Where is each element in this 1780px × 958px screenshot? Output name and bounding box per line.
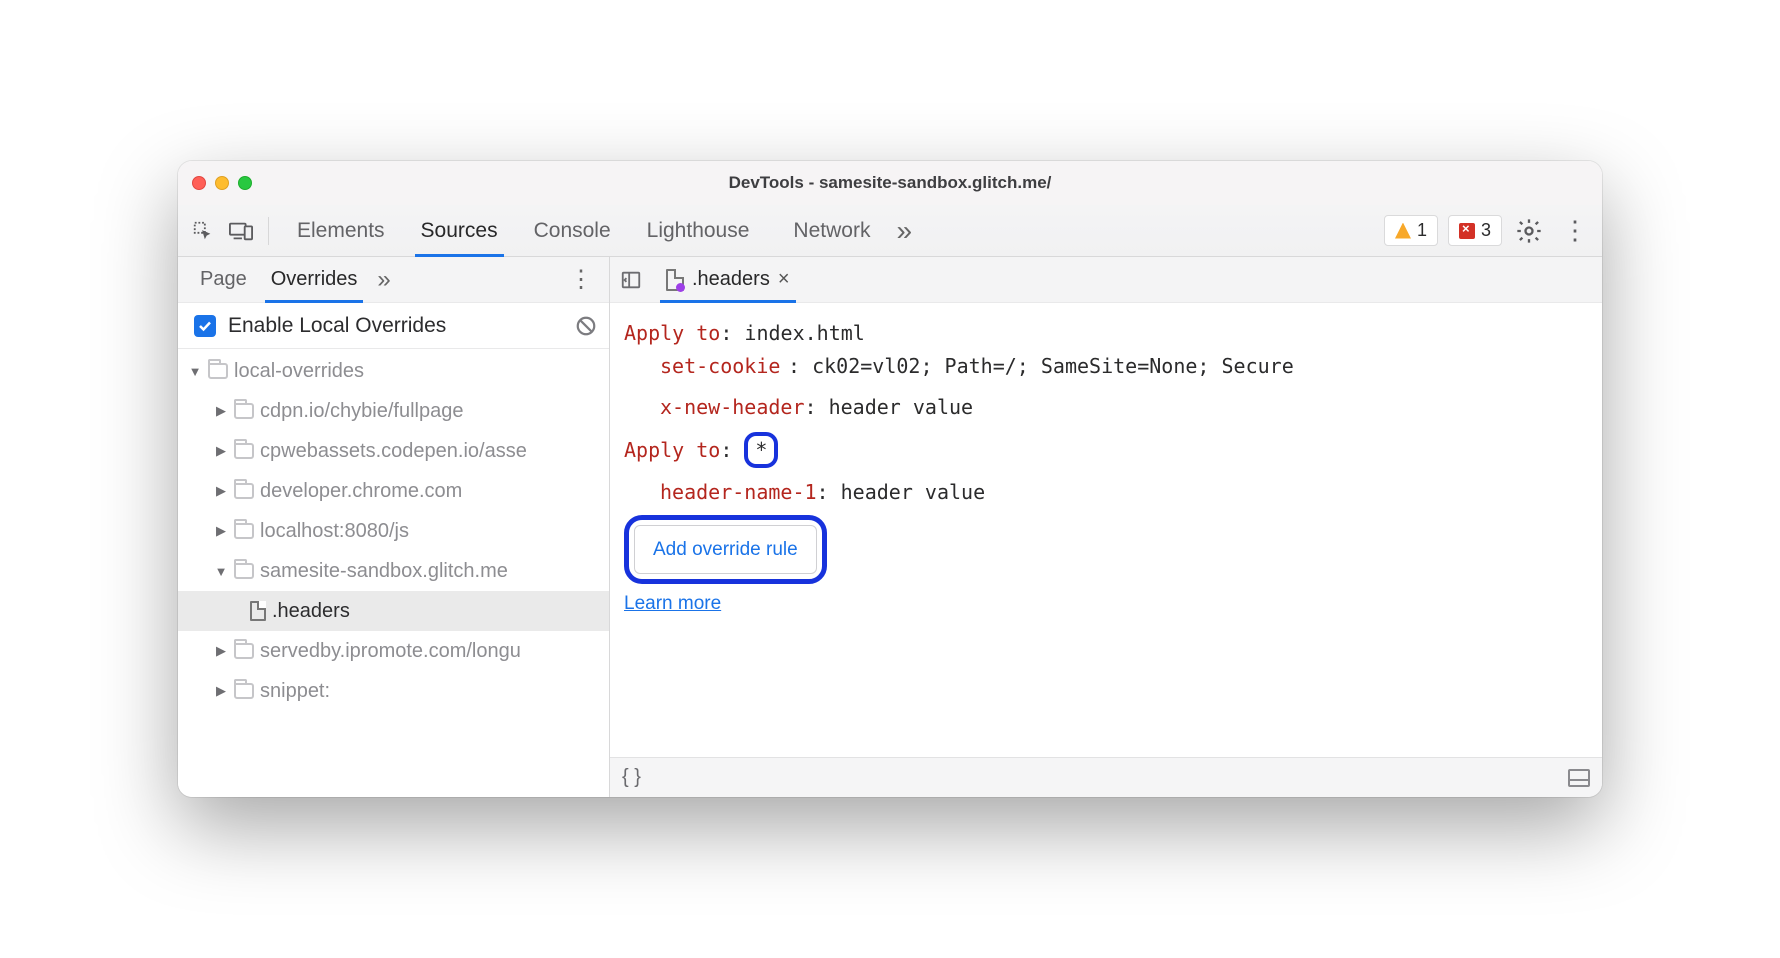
sidebar-tabs: Page Overrides » ⋮ <box>178 257 609 303</box>
tree-item-label: cdpn.io/chybie/fullpage <box>260 400 463 423</box>
sidebar-options-button[interactable]: ⋮ <box>563 265 599 294</box>
window-title: DevTools - samesite-sandbox.glitch.me/ <box>178 173 1602 193</box>
close-tab-button[interactable]: × <box>778 268 790 291</box>
tab-network[interactable]: Network <box>767 205 888 256</box>
header-name[interactable]: x-new-header <box>660 395 805 419</box>
warning-icon <box>1395 223 1411 239</box>
add-override-rule-button[interactable]: Add override rule <box>634 525 817 574</box>
tree-item-label: .headers <box>272 600 350 623</box>
chevron-right-icon: ▶ <box>214 483 228 499</box>
tree-item-label: developer.chrome.com <box>260 480 462 503</box>
titlebar: DevTools - samesite-sandbox.glitch.me/ <box>178 161 1602 205</box>
chevron-right-icon: ▶ <box>214 643 228 659</box>
settings-button[interactable] <box>1512 214 1546 248</box>
tab-lighthouse[interactable]: Lighthouse <box>629 205 768 256</box>
apply-to-value[interactable]: index.html <box>744 321 864 345</box>
chevron-right-icon: ▶ <box>214 443 228 459</box>
tree-folder[interactable]: ▼ samesite-sandbox.glitch.me <box>178 551 609 591</box>
errors-count-value: 3 <box>1481 220 1491 241</box>
header-name[interactable]: set-cookie <box>660 350 788 383</box>
folder-icon <box>208 363 228 379</box>
apply-to-value[interactable]: * <box>755 438 767 462</box>
devtools-window: DevTools - samesite-sandbox.glitch.me/ E… <box>178 161 1602 797</box>
tab-console[interactable]: Console <box>516 205 629 256</box>
folder-icon <box>234 563 254 579</box>
chevron-right-icon: ▶ <box>214 683 228 699</box>
sidebar-tab-overrides[interactable]: Overrides <box>259 257 370 302</box>
editor-area: .headers × Apply to: index.html set-cook… <box>610 257 1602 797</box>
tree-folder[interactable]: ▶ cdpn.io/chybie/fullpage <box>178 391 609 431</box>
chevron-down-icon: ▼ <box>188 364 202 379</box>
errors-count[interactable]: 3 <box>1448 215 1502 246</box>
separator <box>268 217 269 245</box>
learn-more-link[interactable]: Learn more <box>624 588 721 619</box>
highlight-annotation: Add override rule <box>624 515 827 584</box>
folder-icon <box>234 443 254 459</box>
panel-body: Page Overrides » ⋮ Enable Local Override… <box>178 257 1602 797</box>
editor-statusbar: { } <box>610 757 1602 797</box>
tree-item-label: cpwebassets.codepen.io/asse <box>260 440 527 463</box>
tree-item-label: snippet: <box>260 680 330 703</box>
enable-overrides-checkbox[interactable] <box>194 315 216 337</box>
editor-tab-label: .headers <box>692 268 770 291</box>
enable-overrides-row: Enable Local Overrides <box>178 303 609 349</box>
tree-folder[interactable]: ▶ localhost:8080/js <box>178 511 609 551</box>
tree-item-label: local-overrides <box>234 360 364 383</box>
headers-editor[interactable]: Apply to: index.html set-cookie : ck02=v… <box>610 303 1602 757</box>
folder-icon <box>234 523 254 539</box>
more-options-button[interactable]: ⋮ <box>1556 215 1594 246</box>
editor-tabstrip: .headers × <box>610 257 1602 303</box>
clear-overrides-icon[interactable] <box>575 315 597 337</box>
file-icon <box>666 269 684 291</box>
folder-icon <box>234 683 254 699</box>
highlight-annotation: * <box>744 432 778 468</box>
modified-dot-icon <box>676 283 685 292</box>
tree-folder[interactable]: ▶ developer.chrome.com <box>178 471 609 511</box>
tree-folder[interactable]: ▶ cpwebassets.codepen.io/asse <box>178 431 609 471</box>
warnings-count-value: 1 <box>1417 220 1427 241</box>
tree-file-headers[interactable]: .headers <box>178 591 609 631</box>
header-value[interactable]: ck02=vl02; Path=/; SameSite=None; Secure <box>812 350 1294 383</box>
tree-item-label: localhost:8080/js <box>260 520 409 543</box>
editor-tab-headers[interactable]: .headers × <box>658 257 798 302</box>
chevron-right-icon: ▶ <box>214 523 228 539</box>
header-value[interactable]: header value <box>829 395 974 419</box>
enable-overrides-label: Enable Local Overrides <box>228 314 563 338</box>
inspect-icon[interactable] <box>186 214 220 248</box>
chevron-right-icon: ▶ <box>214 403 228 419</box>
file-icon <box>250 601 266 621</box>
folder-icon <box>234 643 254 659</box>
main-toolbar: Elements Sources Console Lighthouse Netw… <box>178 205 1602 257</box>
error-icon <box>1459 223 1475 239</box>
pretty-print-button[interactable]: { } <box>622 766 641 789</box>
more-tabs-button[interactable]: » <box>888 215 920 247</box>
tab-elements[interactable]: Elements <box>279 205 403 256</box>
panel-tabs: Elements Sources Console Lighthouse Netw… <box>279 205 920 256</box>
tab-sources[interactable]: Sources <box>403 205 516 256</box>
folder-icon <box>234 403 254 419</box>
folder-icon <box>234 483 254 499</box>
show-drawer-icon[interactable] <box>1568 769 1590 787</box>
tree-folder[interactable]: ▶ servedby.ipromote.com/longu <box>178 631 609 671</box>
device-toggle-icon[interactable] <box>224 214 258 248</box>
toggle-navigator-icon[interactable] <box>620 269 642 291</box>
tree-folder-root[interactable]: ▼ local-overrides <box>178 351 609 391</box>
file-tree: ▼ local-overrides ▶ cdpn.io/chybie/fullp… <box>178 349 609 797</box>
tree-folder[interactable]: ▶ snippet: <box>178 671 609 711</box>
header-value[interactable]: header value <box>841 480 986 504</box>
sidebar-tab-page[interactable]: Page <box>188 257 259 302</box>
header-name[interactable]: header-name-1 <box>660 480 817 504</box>
chevron-down-icon: ▼ <box>214 564 228 579</box>
tab-network-label: Network <box>793 219 870 243</box>
tree-item-label: samesite-sandbox.glitch.me <box>260 560 508 583</box>
warnings-count[interactable]: 1 <box>1384 215 1438 246</box>
sidebar-more-tabs[interactable]: » <box>369 266 398 294</box>
sources-sidebar: Page Overrides » ⋮ Enable Local Override… <box>178 257 610 797</box>
tree-item-label: servedby.ipromote.com/longu <box>260 640 521 663</box>
